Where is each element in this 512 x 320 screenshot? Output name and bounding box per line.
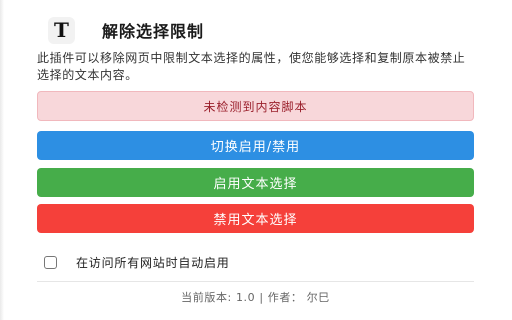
disable-selection-button[interactable]: 禁用文本选择: [37, 204, 474, 233]
text-logo-icon: T: [48, 16, 75, 44]
description-text: 此插件可以移除网页中限制文本选择的属性，使您能够选择和复制原本被禁止选择的文本内…: [37, 51, 466, 82]
popup-title: 解除选择限制: [102, 22, 205, 41]
auto-enable-option[interactable]: 在访问所有网站时自动启用: [44, 253, 230, 271]
footer-divider: [37, 281, 474, 282]
enable-selection-button[interactable]: 启用文本选择: [37, 168, 474, 197]
popup-header: T 解除选择限制: [48, 16, 204, 44]
extension-popup: T 解除选择限制 此插件可以移除网页中限制文本选择的属性，使您能够选择和复制原本…: [0, 0, 512, 320]
status-alert: 未检测到内容脚本: [37, 91, 474, 121]
auto-enable-label[interactable]: 在访问所有网站时自动启用: [76, 254, 230, 271]
auto-enable-checkbox[interactable]: [44, 255, 57, 269]
version-footer: 当前版本: 1.0 | 作者： 尔巳: [181, 291, 330, 304]
window-edge: [0, 0, 4, 320]
toggle-button[interactable]: 切换启用/禁用: [37, 131, 474, 160]
